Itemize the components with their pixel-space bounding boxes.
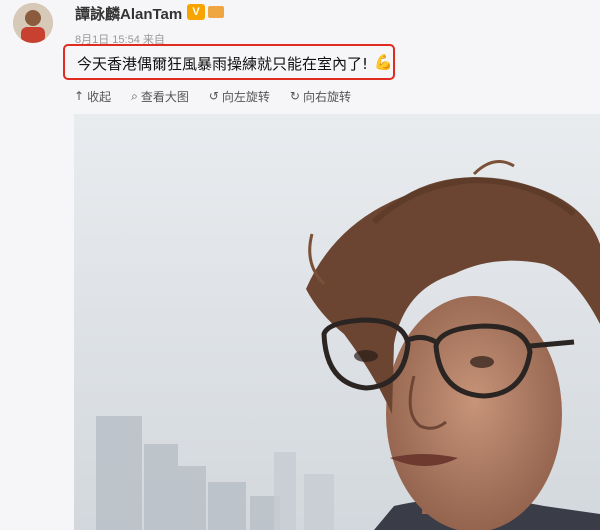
- rotate-left-button[interactable]: ↺ 向左旋转: [209, 88, 270, 104]
- collapse-icon: ↑: [74, 89, 85, 103]
- rotate-left-label: 向左旋转: [221, 89, 270, 104]
- avatar[interactable]: [13, 3, 53, 43]
- magnifier-icon: ⌕: [131, 88, 138, 103]
- view-large-label: 查看大图: [140, 89, 189, 104]
- post-text-highlight: 今天香港偶爾狂風暴雨操練就只能在室內了! 💪: [63, 44, 395, 80]
- username[interactable]: 譚詠麟AlanTam: [75, 3, 182, 24]
- weibo-post-card: 譚詠麟AlanTam V 8月1日 15:54 来自 今天香港偶爾狂風暴雨操練就…: [0, 0, 600, 530]
- collapse-label: 收起: [87, 89, 112, 104]
- rotate-right-label: 向右旋转: [302, 89, 351, 104]
- view-large-button[interactable]: ⌕ 查看大图: [131, 88, 189, 104]
- level-badge-icon: [208, 6, 224, 18]
- post-text: 今天香港偶爾狂風暴雨操練就只能在室內了!: [77, 55, 369, 73]
- muscle-emoji-icon: 💪: [374, 53, 393, 71]
- collapse-button[interactable]: ↑ 收起: [74, 88, 111, 104]
- rotate-left-icon: ↺: [208, 89, 219, 103]
- post-photo[interactable]: [74, 114, 600, 530]
- image-toolbar: ↑ 收起 ⌕ 查看大图 ↺ 向左旋转 ↻ 向右旋转: [74, 88, 371, 104]
- rotate-right-icon: ↻: [289, 89, 300, 103]
- vip-badge-icon: V: [187, 4, 205, 20]
- rotate-right-button[interactable]: ↻ 向右旋转: [290, 88, 351, 104]
